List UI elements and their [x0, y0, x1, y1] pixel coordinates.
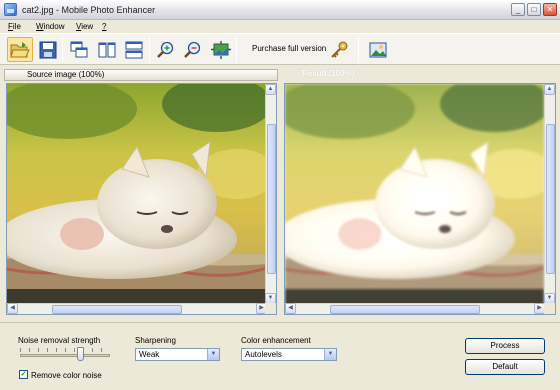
- split-horizontal-icon: [125, 41, 143, 58]
- source-image-viewport[interactable]: ▲ ▼ ◀ ▶: [6, 83, 277, 315]
- menu-view[interactable]: View: [76, 22, 93, 31]
- process-image-icon: [369, 42, 387, 57]
- color-enhancement-value: Autolevels: [245, 350, 282, 359]
- zoom-in-button[interactable]: [153, 37, 179, 62]
- scroll-thumb[interactable]: [330, 305, 480, 314]
- noise-slider-ticks: [20, 348, 110, 352]
- open-button[interactable]: [7, 37, 33, 62]
- split-vertical-icon: [98, 42, 116, 57]
- app-icon: [4, 3, 17, 16]
- source-pane-label: Source image (100%): [4, 69, 278, 81]
- scroll-thumb[interactable]: [52, 305, 182, 314]
- remove-color-noise-label: Remove color noise: [31, 371, 102, 380]
- window-title: cat2.jpg - Mobile Photo Enhancer: [22, 5, 156, 15]
- toolbar: Purchase full version: [0, 33, 560, 65]
- close-button[interactable]: ✕: [543, 3, 557, 16]
- maximize-button[interactable]: □: [527, 3, 541, 16]
- noise-removal-label: Noise removal strength: [18, 336, 101, 345]
- noise-slider-track[interactable]: [20, 354, 110, 357]
- process-image-button[interactable]: [365, 37, 391, 62]
- color-enhancement-label: Color enhancement: [241, 336, 311, 345]
- scroll-corner: [265, 303, 276, 314]
- scroll-corner: [544, 303, 555, 314]
- fit-to-window-icon: [211, 40, 231, 59]
- result-vertical-scrollbar[interactable]: ▲ ▼: [544, 84, 555, 304]
- zoom-in-icon: [157, 41, 174, 58]
- scroll-thumb[interactable]: [546, 124, 555, 274]
- result-pane-label: Result (100%): [302, 69, 355, 78]
- purchase-label[interactable]: Purchase full version: [252, 44, 326, 53]
- scroll-thumb[interactable]: [267, 124, 276, 274]
- sharpening-value: Weak: [139, 350, 160, 359]
- save-button[interactable]: [35, 37, 61, 62]
- toolbar-separator: [149, 37, 150, 63]
- result-image: [285, 84, 544, 313]
- toolbar-separator: [236, 37, 237, 63]
- scroll-left-button[interactable]: ◀: [7, 303, 18, 314]
- menu-bar: File Window View ?: [0, 20, 560, 33]
- remove-color-noise-checkbox[interactable]: ✓: [19, 370, 28, 379]
- zoom-out-icon: [184, 41, 201, 58]
- result-image-viewport[interactable]: ▲ ▼ ◀ ▶: [284, 83, 556, 315]
- save-disk-icon: [39, 41, 57, 58]
- checkmark-icon: ✓: [20, 371, 27, 378]
- scroll-up-button[interactable]: ▲: [265, 84, 276, 95]
- fit-to-window-button[interactable]: [208, 37, 234, 62]
- menu-help[interactable]: ?: [102, 22, 106, 31]
- cascade-button[interactable]: [66, 37, 92, 62]
- open-folder-icon: [10, 41, 30, 57]
- noise-slider-thumb[interactable]: [76, 347, 84, 361]
- scroll-left-button[interactable]: ◀: [285, 303, 296, 314]
- source-vertical-scrollbar[interactable]: ▲ ▼: [265, 84, 276, 304]
- sharpening-label: Sharpening: [135, 336, 176, 345]
- purchase-key-button[interactable]: [326, 37, 352, 62]
- cascade-windows-icon: [70, 41, 88, 57]
- key-icon: [331, 41, 348, 58]
- chevron-down-icon: ▼: [324, 349, 336, 360]
- source-horizontal-scrollbar[interactable]: ◀ ▶: [7, 303, 267, 314]
- source-image: [7, 84, 266, 313]
- toolbar-separator: [358, 37, 359, 63]
- menu-window[interactable]: Window: [36, 22, 64, 31]
- default-button[interactable]: Default: [465, 359, 545, 375]
- menu-file[interactable]: File: [8, 22, 21, 31]
- title-bar: cat2.jpg - Mobile Photo Enhancer _ □ ✕: [0, 0, 560, 20]
- color-enhancement-select[interactable]: Autolevels ▼: [241, 348, 337, 361]
- result-horizontal-scrollbar[interactable]: ◀ ▶: [285, 303, 545, 314]
- toolbar-separator: [62, 37, 63, 63]
- zoom-out-button[interactable]: [180, 37, 206, 62]
- scroll-up-button[interactable]: ▲: [544, 84, 555, 95]
- process-button[interactable]: Process: [465, 338, 545, 354]
- chevron-down-icon: ▼: [207, 349, 219, 360]
- minimize-button[interactable]: _: [511, 3, 525, 16]
- sharpening-select[interactable]: Weak ▼: [135, 348, 220, 361]
- split-vertical-button[interactable]: [94, 37, 120, 62]
- split-horizontal-button[interactable]: [121, 37, 147, 62]
